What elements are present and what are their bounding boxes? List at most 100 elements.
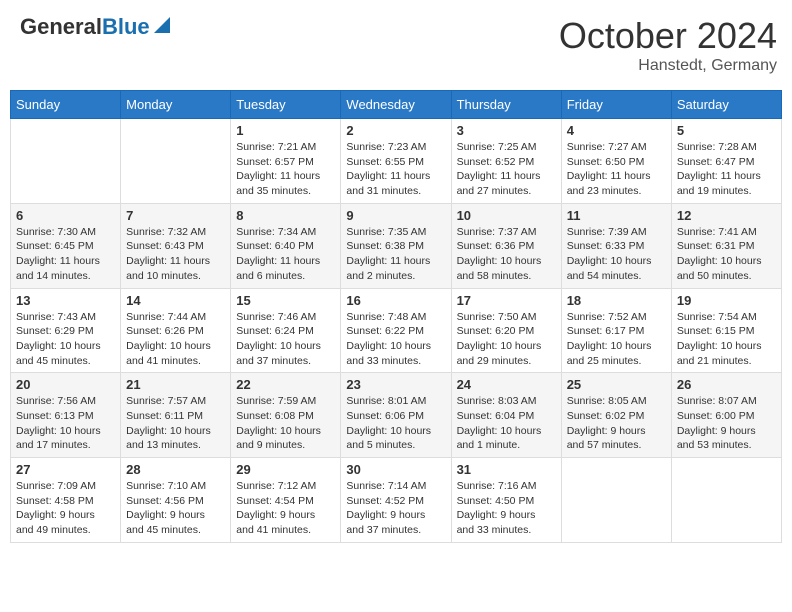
day-number: 10 bbox=[457, 208, 556, 223]
day-number: 5 bbox=[677, 123, 776, 138]
week-row-3: 13Sunrise: 7:43 AMSunset: 6:29 PMDayligh… bbox=[11, 288, 782, 373]
day-number: 12 bbox=[677, 208, 776, 223]
calendar-cell: 17Sunrise: 7:50 AMSunset: 6:20 PMDayligh… bbox=[451, 288, 561, 373]
month-year-title: October 2024 bbox=[559, 15, 777, 57]
calendar-cell: 16Sunrise: 7:48 AMSunset: 6:22 PMDayligh… bbox=[341, 288, 451, 373]
calendar-cell: 28Sunrise: 7:10 AMSunset: 4:56 PMDayligh… bbox=[121, 458, 231, 543]
calendar-cell: 31 Sunrise: 7:16 AMSunset: 4:50 PMDayligh… bbox=[451, 458, 561, 543]
day-info: Sunrise: 8:05 AMSunset: 6:02 PMDaylight:… bbox=[567, 394, 666, 453]
logo-general: General bbox=[20, 15, 102, 39]
calendar-cell: 12 Sunrise: 7:41 AMSunset: 6:31 PMDayligh… bbox=[671, 203, 781, 288]
day-number: 30 bbox=[346, 462, 445, 477]
calendar-cell: 4Sunrise: 7:27 AMSunset: 6:50 PMDaylight… bbox=[561, 119, 671, 204]
calendar-cell: 25 Sunrise: 8:05 AMSunset: 6:02 PMDayligh… bbox=[561, 373, 671, 458]
header: General Blue October 2024 Hanstedt, Germ… bbox=[10, 10, 782, 80]
day-info: Sunrise: 7:52 AMSunset: 6:17 PMDaylight:… bbox=[567, 310, 666, 369]
weekday-header-monday: Monday bbox=[121, 91, 231, 119]
day-number: 18 bbox=[567, 293, 666, 308]
day-number: 7 bbox=[126, 208, 225, 223]
day-number: 19 bbox=[677, 293, 776, 308]
calendar-cell: 24 Sunrise: 8:03 AMSunset: 6:04 PMDayligh… bbox=[451, 373, 561, 458]
calendar-cell: 19Sunrise: 7:54 AMSunset: 6:15 PMDayligh… bbox=[671, 288, 781, 373]
calendar-cell: 10 Sunrise: 7:37 AMSunset: 6:36 PMDayligh… bbox=[451, 203, 561, 288]
calendar-cell: 21 Sunrise: 7:57 AMSunset: 6:11 PMDayligh… bbox=[121, 373, 231, 458]
calendar-cell: 15Sunrise: 7:46 AMSunset: 6:24 PMDayligh… bbox=[231, 288, 341, 373]
day-info: Sunrise: 7:35 AMSunset: 6:38 PMDaylight:… bbox=[346, 225, 445, 284]
day-number: 11 bbox=[567, 208, 666, 223]
title-area: October 2024 Hanstedt, Germany bbox=[559, 15, 777, 75]
calendar-cell: 29Sunrise: 7:12 AMSunset: 4:54 PMDayligh… bbox=[231, 458, 341, 543]
day-info: Sunrise: 7:28 AMSunset: 6:47 PMDaylight:… bbox=[677, 140, 776, 199]
day-info: Sunrise: 7:43 AMSunset: 6:29 PMDaylight:… bbox=[16, 310, 115, 369]
weekday-header-saturday: Saturday bbox=[671, 91, 781, 119]
calendar-cell: 14 Sunrise: 7:44 AMSunset: 6:26 PMDayligh… bbox=[121, 288, 231, 373]
day-number: 22 bbox=[236, 377, 335, 392]
day-info: Sunrise: 7:56 AMSunset: 6:13 PMDaylight:… bbox=[16, 394, 115, 453]
calendar-cell bbox=[561, 458, 671, 543]
calendar-cell: 22Sunrise: 7:59 AMSunset: 6:08 PMDayligh… bbox=[231, 373, 341, 458]
day-info: Sunrise: 7:09 AMSunset: 4:58 PMDaylight:… bbox=[16, 479, 115, 538]
day-number: 20 bbox=[16, 377, 115, 392]
day-info: Sunrise: 7:23 AMSunset: 6:55 PMDaylight:… bbox=[346, 140, 445, 199]
day-info: Sunrise: 7:10 AMSunset: 4:56 PMDaylight:… bbox=[126, 479, 225, 538]
calendar-cell: 9 Sunrise: 7:35 AMSunset: 6:38 PMDaylight… bbox=[341, 203, 451, 288]
week-row-2: 6 Sunrise: 7:30 AMSunset: 6:45 PMDaylight… bbox=[11, 203, 782, 288]
day-number: 2 bbox=[346, 123, 445, 138]
weekday-header-tuesday: Tuesday bbox=[231, 91, 341, 119]
day-number: 27 bbox=[16, 462, 115, 477]
calendar-cell: 6 Sunrise: 7:30 AMSunset: 6:45 PMDaylight… bbox=[11, 203, 121, 288]
day-number: 4 bbox=[567, 123, 666, 138]
day-number: 31 bbox=[457, 462, 556, 477]
calendar-cell bbox=[11, 119, 121, 204]
day-number: 3 bbox=[457, 123, 556, 138]
day-info: Sunrise: 7:37 AMSunset: 6:36 PMDaylight:… bbox=[457, 225, 556, 284]
location-subtitle: Hanstedt, Germany bbox=[559, 57, 777, 75]
calendar-cell: 26Sunrise: 8:07 AMSunset: 6:00 PMDayligh… bbox=[671, 373, 781, 458]
day-number: 21 bbox=[126, 377, 225, 392]
week-row-1: 1Sunrise: 7:21 AMSunset: 6:57 PMDaylight… bbox=[11, 119, 782, 204]
calendar-cell bbox=[671, 458, 781, 543]
calendar-cell: 7 Sunrise: 7:32 AMSunset: 6:43 PMDaylight… bbox=[121, 203, 231, 288]
day-info: Sunrise: 7:21 AMSunset: 6:57 PMDaylight:… bbox=[236, 140, 335, 199]
calendar-cell: 5 Sunrise: 7:28 AMSunset: 6:47 PMDaylight… bbox=[671, 119, 781, 204]
calendar-cell: 1Sunrise: 7:21 AMSunset: 6:57 PMDaylight… bbox=[231, 119, 341, 204]
day-number: 9 bbox=[346, 208, 445, 223]
day-number: 16 bbox=[346, 293, 445, 308]
logo-blue: Blue bbox=[102, 15, 150, 39]
day-number: 14 bbox=[126, 293, 225, 308]
logo-icon bbox=[152, 15, 172, 35]
day-info: Sunrise: 7:30 AMSunset: 6:45 PMDaylight:… bbox=[16, 225, 115, 284]
day-number: 15 bbox=[236, 293, 335, 308]
day-info: Sunrise: 7:12 AMSunset: 4:54 PMDaylight:… bbox=[236, 479, 335, 538]
weekday-header-thursday: Thursday bbox=[451, 91, 561, 119]
calendar-cell: 27 Sunrise: 7:09 AMSunset: 4:58 PMDayligh… bbox=[11, 458, 121, 543]
week-row-4: 20 Sunrise: 7:56 AMSunset: 6:13 PMDayligh… bbox=[11, 373, 782, 458]
calendar-cell: 23 Sunrise: 8:01 AMSunset: 6:06 PMDayligh… bbox=[341, 373, 451, 458]
weekday-header-sunday: Sunday bbox=[11, 91, 121, 119]
day-info: Sunrise: 7:16 AMSunset: 4:50 PMDaylight:… bbox=[457, 479, 556, 538]
day-number: 25 bbox=[567, 377, 666, 392]
day-info: Sunrise: 7:57 AMSunset: 6:11 PMDaylight:… bbox=[126, 394, 225, 453]
day-number: 23 bbox=[346, 377, 445, 392]
logo: General Blue bbox=[20, 15, 172, 39]
day-info: Sunrise: 7:44 AMSunset: 6:26 PMDaylight:… bbox=[126, 310, 225, 369]
day-info: Sunrise: 7:32 AMSunset: 6:43 PMDaylight:… bbox=[126, 225, 225, 284]
day-info: Sunrise: 8:01 AMSunset: 6:06 PMDaylight:… bbox=[346, 394, 445, 453]
calendar-cell bbox=[121, 119, 231, 204]
day-number: 24 bbox=[457, 377, 556, 392]
calendar-cell: 30 Sunrise: 7:14 AMSunset: 4:52 PMDayligh… bbox=[341, 458, 451, 543]
day-info: Sunrise: 8:03 AMSunset: 6:04 PMDaylight:… bbox=[457, 394, 556, 453]
day-number: 8 bbox=[236, 208, 335, 223]
calendar-cell: 3Sunrise: 7:25 AMSunset: 6:52 PMDaylight… bbox=[451, 119, 561, 204]
day-info: Sunrise: 7:41 AMSunset: 6:31 PMDaylight:… bbox=[677, 225, 776, 284]
calendar-cell: 2 Sunrise: 7:23 AMSunset: 6:55 PMDaylight… bbox=[341, 119, 451, 204]
calendar-cell: 18 Sunrise: 7:52 AMSunset: 6:17 PMDayligh… bbox=[561, 288, 671, 373]
calendar-cell: 8 Sunrise: 7:34 AMSunset: 6:40 PMDaylight… bbox=[231, 203, 341, 288]
weekday-header-row: SundayMondayTuesdayWednesdayThursdayFrid… bbox=[11, 91, 782, 119]
day-number: 6 bbox=[16, 208, 115, 223]
weekday-header-wednesday: Wednesday bbox=[341, 91, 451, 119]
calendar-cell: 13Sunrise: 7:43 AMSunset: 6:29 PMDayligh… bbox=[11, 288, 121, 373]
calendar-cell: 20 Sunrise: 7:56 AMSunset: 6:13 PMDayligh… bbox=[11, 373, 121, 458]
day-info: Sunrise: 7:34 AMSunset: 6:40 PMDaylight:… bbox=[236, 225, 335, 284]
day-info: Sunrise: 7:14 AMSunset: 4:52 PMDaylight:… bbox=[346, 479, 445, 538]
